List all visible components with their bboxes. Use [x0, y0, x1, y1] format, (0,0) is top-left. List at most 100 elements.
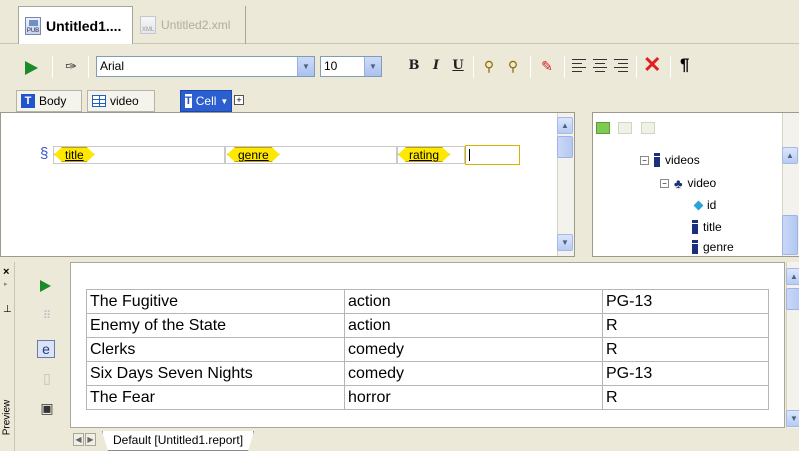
table-cell[interactable]: Six Days Seven Nights — [86, 361, 345, 386]
scroll-thumb[interactable] — [782, 215, 798, 255]
text-cursor[interactable] — [465, 145, 520, 165]
attribute-icon — [693, 200, 704, 210]
run-preview-button[interactable] — [40, 280, 51, 292]
browser-view-icon[interactable]: e — [37, 340, 55, 358]
chevron-left-icon[interactable]: ◀ — [73, 433, 84, 446]
document-view-icon[interactable]: ▯ — [37, 368, 57, 388]
table-cell[interactable]: PG-13 — [602, 361, 769, 386]
structure-icon[interactable]: ⠿ — [37, 306, 57, 326]
text-t-icon: T — [185, 94, 192, 108]
scroll-up-icon[interactable]: ▲ — [557, 117, 573, 134]
table-cell[interactable]: R — [602, 337, 769, 362]
preview-tab-label[interactable]: Preview — [2, 395, 13, 441]
bold-button[interactable]: B — [404, 56, 424, 76]
paragraph-marks-button[interactable]: ¶ — [680, 55, 689, 75]
toolbar-separator — [636, 56, 637, 78]
breadcrumb-label: Cell — [195, 94, 217, 108]
chevron-right-icon[interactable]: ▶ — [85, 433, 96, 446]
chevron-right-icon[interactable]: ▸ — [4, 280, 8, 288]
align-center-icon[interactable] — [593, 59, 607, 73]
align-right-icon[interactable] — [614, 59, 628, 73]
scroll-up-icon[interactable]: ▲ — [782, 147, 798, 164]
tree-node-genre[interactable]: genre — [692, 239, 734, 255]
tree-node-title[interactable]: title — [692, 217, 722, 237]
scroll-down-icon[interactable]: ▼ — [786, 410, 799, 427]
output-sheet-tab[interactable]: Default [Untitled1.report] — [102, 431, 254, 451]
add-node-icon[interactable] — [596, 122, 610, 134]
toolbar-separator — [473, 56, 474, 78]
breadcrumb-cell[interactable]: T Cell ▼ — [180, 90, 232, 112]
underline-button[interactable]: U — [448, 56, 468, 76]
text-t-icon: T — [21, 94, 35, 108]
tab-label: Untitled1.... — [46, 17, 122, 34]
table-grid-icon — [92, 95, 106, 107]
tree-node-video[interactable]: − ♣ video — [660, 173, 716, 193]
table-cell[interactable]: comedy — [344, 361, 603, 386]
chevron-down-icon[interactable]: ▼ — [297, 57, 314, 76]
breadcrumb-video[interactable]: video — [87, 90, 155, 112]
collapse-icon[interactable]: − — [660, 178, 669, 188]
toolbar-separator — [670, 56, 671, 78]
close-icon[interactable]: × — [3, 266, 9, 278]
scroll-thumb[interactable] — [557, 136, 573, 158]
eraser-icon[interactable]: ✎ — [536, 55, 558, 77]
tab-untitled2[interactable]: XML Untitled2.xml — [134, 6, 246, 44]
breadcrumb-body[interactable]: T Body — [16, 90, 82, 112]
table-cell[interactable]: horror — [344, 385, 603, 410]
table-row: The Fugitive action PG-13 — [86, 289, 769, 314]
run-button[interactable] — [25, 61, 38, 75]
element-icon — [692, 240, 698, 254]
table-cell[interactable]: The Fear — [86, 385, 345, 410]
field-tag-rating[interactable]: rating — [398, 147, 450, 162]
tree-node-id[interactable]: id — [693, 195, 716, 215]
font-size-value: 10 — [324, 59, 338, 73]
preview-scrollbar[interactable] — [786, 262, 799, 428]
table-cell[interactable]: The Fugitive — [86, 289, 345, 314]
find-next-icon[interactable]: ⚲ — [502, 55, 524, 77]
font-size-select[interactable]: 10 ▼ — [320, 56, 382, 77]
tree-toolbar — [596, 122, 660, 137]
element-icon — [692, 220, 698, 234]
collapse-icon[interactable]: − — [640, 155, 649, 165]
remove-node-icon[interactable] — [618, 122, 633, 134]
table-row: Enemy of the State action R — [86, 313, 769, 338]
scroll-thumb[interactable] — [786, 288, 799, 310]
align-left-icon[interactable] — [572, 59, 586, 73]
delete-icon[interactable]: ✕ — [643, 54, 661, 76]
toolbar-separator — [564, 56, 565, 78]
table-cell[interactable]: Enemy of the State — [86, 313, 345, 338]
tab-untitled1[interactable]: PUB Untitled1.... — [18, 6, 133, 44]
breadcrumb-label: video — [110, 94, 139, 108]
template-editor[interactable] — [0, 112, 575, 257]
tab-label: Untitled2.xml — [161, 18, 231, 32]
chevron-down-icon[interactable]: ▼ — [364, 57, 381, 76]
scroll-down-icon[interactable]: ▼ — [557, 234, 573, 251]
italic-button[interactable]: I — [426, 56, 446, 76]
hierarchy-icon: ♣ — [674, 175, 683, 191]
table-cell[interactable]: R — [602, 385, 769, 410]
field-tag-title[interactable]: title — [54, 147, 95, 162]
field-tag-genre[interactable]: genre — [227, 147, 280, 162]
table-row: The Fear horror R — [86, 385, 769, 410]
font-family-select[interactable]: Arial ▼ — [96, 56, 315, 77]
toolbar-separator — [530, 56, 531, 78]
table-cell[interactable]: comedy — [344, 337, 603, 362]
table-cell[interactable]: Clerks — [86, 337, 345, 362]
table-cell[interactable]: R — [602, 313, 769, 338]
pin-icon[interactable]: ⊥ — [3, 304, 12, 315]
brush-tool-icon[interactable]: ✑ — [60, 55, 82, 77]
chevron-down-icon[interactable]: ▼ — [220, 97, 228, 106]
table-cell[interactable]: action — [344, 313, 603, 338]
output-tab-bar: ◀ ▶ Default [Untitled1.report] — [70, 428, 785, 451]
save-output-icon[interactable]: ▣ — [37, 398, 57, 418]
scroll-up-icon[interactable]: ▲ — [786, 268, 799, 285]
tree-node-videos[interactable]: − videos — [640, 150, 700, 170]
table-cell[interactable]: PG-13 — [602, 289, 769, 314]
table-cell[interactable]: action — [344, 289, 603, 314]
filter-icon[interactable] — [640, 122, 655, 134]
find-icon[interactable]: ⚲ — [478, 55, 500, 77]
breadcrumb-label: Body — [39, 94, 67, 108]
toolbar-separator — [52, 56, 53, 78]
repeat-loop-icon: § — [40, 145, 49, 162]
expand-icon[interactable]: + — [234, 95, 244, 105]
